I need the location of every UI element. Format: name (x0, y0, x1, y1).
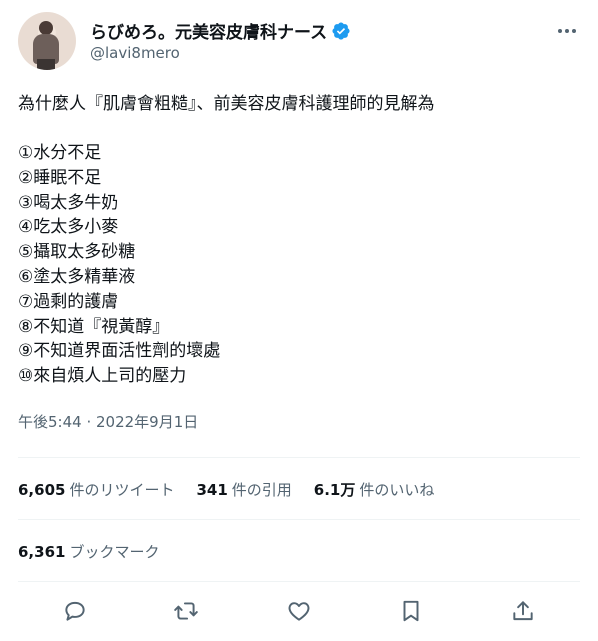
bookmark-count: 6,361 (18, 543, 66, 561)
more-options-icon[interactable] (556, 20, 578, 42)
like-icon[interactable] (286, 598, 312, 624)
list-item: ③喝太多牛奶 (18, 192, 119, 213)
like-count-label: 件のいいね (359, 481, 435, 499)
like-count: 6.1万 (313, 481, 356, 499)
tweet-stats: 6,605 件のリツイート 341 件の引用 6.1万 件のいいね (18, 479, 434, 500)
quote-count: 341 (196, 481, 228, 499)
list-item: ①水分不足 (18, 143, 102, 163)
tweet-header: らびめろ。元美容皮膚科ナース @lavi8mero (18, 12, 580, 72)
author-handle[interactable]: @lavi8mero (90, 44, 180, 62)
reply-icon[interactable] (62, 598, 88, 624)
author-name-row[interactable]: らびめろ。元美容皮膚科ナース (90, 18, 351, 43)
share-icon[interactable] (510, 598, 536, 624)
more-dot (572, 29, 576, 33)
more-dot (558, 29, 562, 33)
avatar[interactable] (18, 12, 76, 70)
avatar-figure-legs (37, 59, 55, 70)
retweet-count-label: 件のリツイート (69, 481, 175, 499)
retweet-count: 6,605 (18, 481, 66, 499)
more-dot (565, 29, 569, 33)
quote-count-label: 件の引用 (231, 481, 292, 499)
quote-count-stat[interactable]: 341 件の引用 (196, 479, 291, 500)
author-display-name[interactable]: らびめろ。元美容皮膚科ナース (90, 18, 327, 43)
tweet-text: 為什麼人『肌膚會粗糙』、前美容皮膚科護理師的見解為 ①水分不足 ②睡眠不足 ③喝… (18, 92, 580, 389)
list-item: ⑩來自煩人上司的壓力 (18, 366, 187, 387)
list-item: ⑨不知道界面活性劑的壞處 (18, 341, 221, 362)
action-bar (0, 596, 598, 626)
divider (18, 519, 580, 520)
list-item: ②睡眠不足 (18, 167, 102, 188)
list-item: ⑤攝取太多砂糖 (18, 242, 136, 263)
list-item: ⑥塗太多精華液 (18, 266, 136, 287)
divider (18, 457, 580, 458)
bookmark-icon[interactable] (398, 598, 424, 624)
list-item: ⑧不知道『視黃醇』 (18, 316, 170, 337)
verified-badge-icon (332, 21, 350, 40)
retweet-icon[interactable] (173, 598, 199, 624)
list-item: ④吃太多小麥 (18, 217, 119, 238)
bookmark-count-stat[interactable]: 6,361 ブックマーク (18, 541, 159, 562)
tweet-intro: 為什麼人『肌膚會粗糙』、前美容皮膚科護理師的見解為 (18, 94, 435, 114)
list-item: ⑦過剩的護膚 (18, 291, 119, 312)
retweet-count-stat[interactable]: 6,605 件のリツイート (18, 479, 174, 500)
like-count-stat[interactable]: 6.1万 件のいいね (314, 479, 435, 500)
tweet-timestamp[interactable]: 午後5:44 · 2022年9月1日 (18, 411, 198, 432)
avatar-figure-head (39, 21, 53, 35)
bookmark-count-label: ブックマーク (69, 543, 160, 561)
divider (18, 581, 580, 582)
